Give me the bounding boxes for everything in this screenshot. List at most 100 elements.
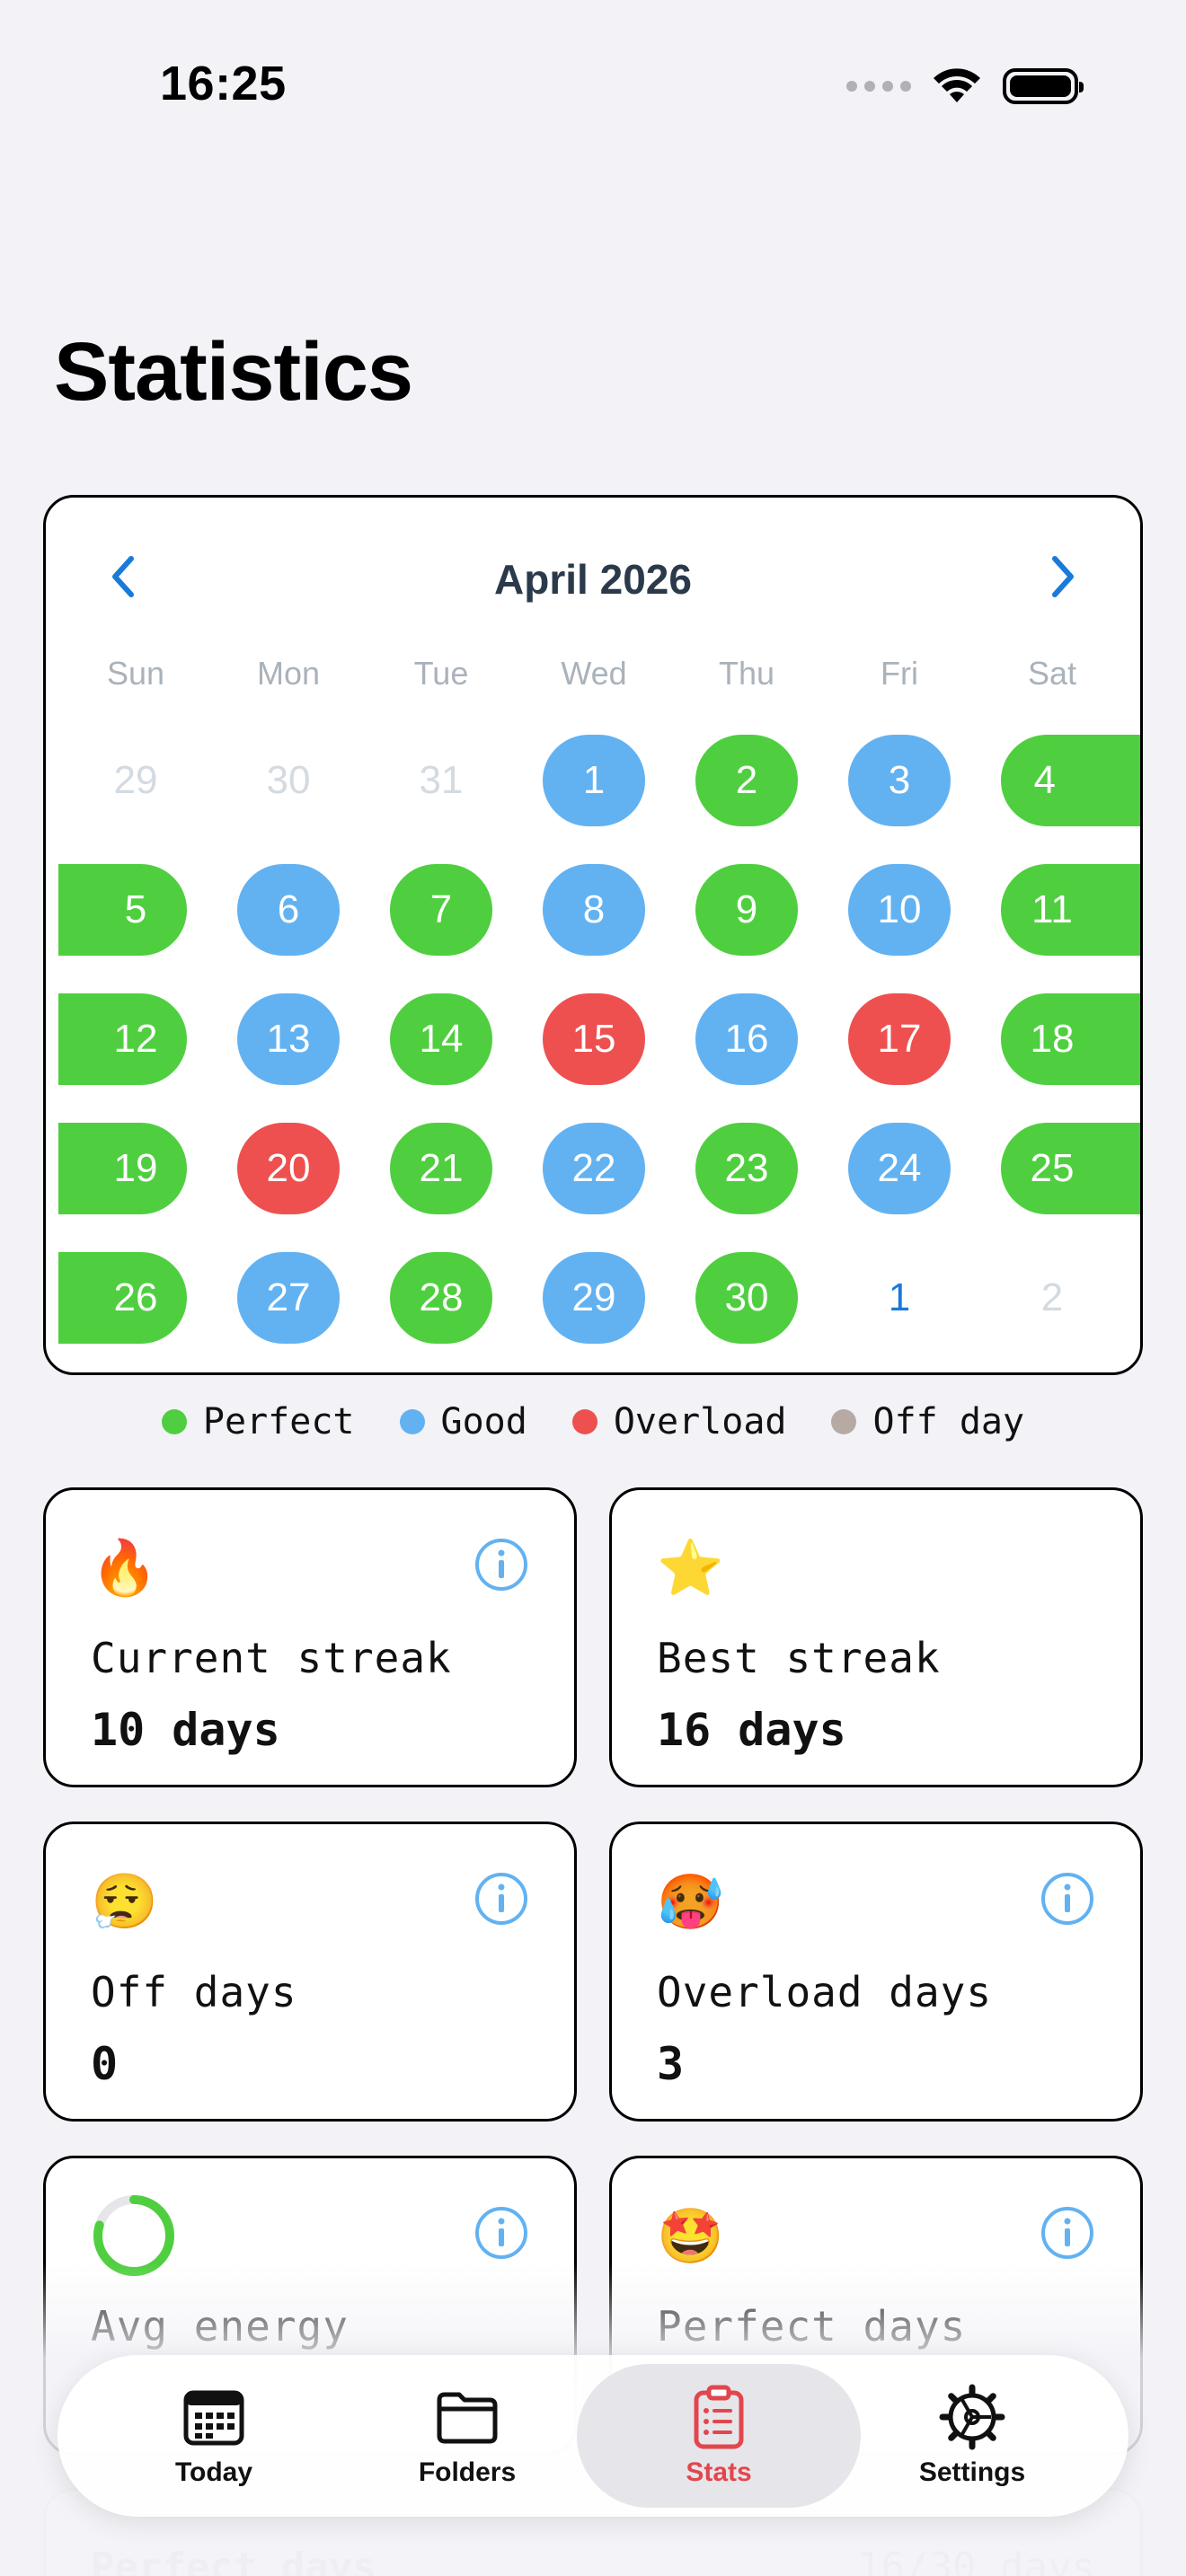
weekday-label: Thu [718, 655, 775, 692]
calendar-day[interactable]: 16 [695, 993, 798, 1085]
weekday-label: Wed [561, 655, 627, 692]
energy-ring-icon [93, 2195, 174, 2276]
calendar-day[interactable]: 11 [1001, 864, 1140, 956]
status-time: 16:25 [160, 57, 287, 110]
legend-label: Good [440, 1401, 527, 1442]
calendar-day[interactable]: 24 [848, 1123, 951, 1214]
calendar-day[interactable]: 1 [543, 735, 645, 826]
calendar-day[interactable]: 3 [848, 735, 951, 826]
clipboard-list-icon [694, 2385, 744, 2449]
legend-item: Off day [831, 1401, 1024, 1442]
calendar-day[interactable]: 7 [390, 864, 492, 956]
stat-label: Best streak [657, 1634, 941, 1682]
info-icon[interactable] [1040, 1871, 1095, 1927]
calendar-day[interactable]: 1 [848, 1252, 951, 1344]
calendar-day: 31 [419, 758, 464, 802]
legend-label: Off day [872, 1401, 1025, 1442]
stat-label: Current streak [91, 1634, 452, 1682]
info-icon[interactable] [474, 2205, 529, 2261]
gear-icon [939, 2384, 1005, 2450]
calendar-day[interactable]: 20 [237, 1123, 340, 1214]
calendar-day[interactable]: 13 [237, 993, 340, 1085]
tab-stats[interactable]: Stats [577, 2364, 861, 2508]
stat-value: 0 [91, 2038, 119, 2090]
calendar-day[interactable]: 18 [1001, 993, 1140, 1085]
stat-label: Off days [91, 1968, 297, 2016]
tab-label: Today [174, 2457, 253, 2487]
calendar-day[interactable]: 30 [695, 1252, 798, 1344]
current-streak-card: 🔥 Current streak 10 days [43, 1487, 577, 1787]
weekday-label: Sun [106, 655, 165, 692]
calendar-legend: Perfect Good Overload Off day [0, 1401, 1186, 1442]
calendar-day: 30 [266, 758, 311, 802]
hot-face-icon: 🥵 [657, 1872, 724, 1932]
calendar-day[interactable]: 14 [390, 993, 492, 1085]
stats-screen: 16:25 Statistics April 2026 Sun Mon Tue … [0, 0, 1186, 2576]
calendar-day[interactable]: 15 [543, 993, 645, 1085]
calendar-day[interactable]: 28 [390, 1252, 492, 1344]
calendar-day[interactable]: 21 [390, 1123, 492, 1214]
calendar-day[interactable]: 25 [1001, 1123, 1140, 1214]
wifi-icon [934, 68, 980, 102]
calendar-day[interactable]: 4 [1001, 735, 1140, 826]
stat-value: 3 [657, 2038, 685, 2090]
legend-dot-icon [831, 1409, 857, 1434]
page-title: Statistics [54, 326, 413, 418]
fire-icon: 🔥 [91, 1538, 158, 1598]
calendar-card: April 2026 Sun Mon Tue Wed Thu Fri Sat 29 30 31 1… [43, 495, 1143, 1375]
legend-dot-icon [399, 1409, 425, 1434]
weekday-label: Fri [881, 655, 918, 692]
calendar-day[interactable]: 27 [237, 1252, 340, 1344]
tab-bar: Today Folders Stats Settings [58, 2355, 1128, 2517]
battery-icon [1003, 68, 1084, 104]
calendar-day[interactable]: 8 [543, 864, 645, 956]
info-icon[interactable] [474, 1871, 529, 1927]
calendar-day[interactable]: 26 [58, 1252, 187, 1344]
stat-label: Avg energy [91, 2302, 349, 2351]
summary-label: Perfect days [91, 2545, 376, 2576]
calendar-day[interactable]: 10 [848, 864, 951, 956]
tab-settings[interactable]: Settings [837, 2364, 1107, 2508]
calendar-icon [183, 2390, 244, 2446]
best-streak-card: ⭐ Best streak 16 days [609, 1487, 1143, 1787]
folder-icon [437, 2392, 498, 2444]
calendar-day: 2 [1040, 1275, 1064, 1319]
legend-label: Overload [613, 1401, 787, 1442]
calendar-day[interactable]: 17 [848, 993, 951, 1085]
star-icon: ⭐ [657, 1538, 724, 1598]
legend-item: Overload [571, 1401, 787, 1442]
calendar-month-title: April 2026 [494, 556, 692, 603]
calendar-day[interactable]: 29 [543, 1252, 645, 1344]
overload-days-card: 🥵 Overload days 3 [609, 1822, 1143, 2122]
calendar-day[interactable]: 6 [237, 864, 340, 956]
stat-value: 10 days [91, 1704, 280, 1756]
calendar-day[interactable]: 12 [58, 993, 187, 1085]
info-icon[interactable] [1040, 2205, 1095, 2261]
chevron-right-icon [1052, 556, 1074, 597]
tab-label: Stats [686, 2457, 752, 2487]
legend-dot-icon [571, 1409, 597, 1434]
calendar-day[interactable]: 2 [695, 735, 798, 826]
calendar-day[interactable]: 22 [543, 1123, 645, 1214]
stat-value: 16 days [657, 1704, 846, 1756]
status-icons [846, 66, 1084, 106]
legend-item: Good [399, 1401, 527, 1442]
weekday-label: Mon [256, 655, 321, 692]
tab-label: Folders [418, 2457, 517, 2487]
info-icon[interactable] [474, 1537, 529, 1592]
legend-label: Perfect [202, 1401, 355, 1442]
calendar-day[interactable]: 9 [695, 864, 798, 956]
weekday-label: Sat [1027, 655, 1077, 692]
calendar-day: 29 [113, 758, 158, 802]
calendar-day[interactable]: 23 [695, 1123, 798, 1214]
calendar-day[interactable]: 19 [58, 1123, 187, 1214]
summary-value: 16/30 days [857, 2545, 1095, 2576]
calendar-header: April 2026 [46, 543, 1140, 614]
tab-label: Settings [918, 2457, 1026, 2487]
next-month-button[interactable] [1036, 550, 1090, 604]
calendar-day[interactable]: 5 [58, 864, 187, 956]
stat-label: Overload days [657, 1968, 993, 2016]
tab-folders[interactable]: Folders [332, 2364, 602, 2508]
tab-today[interactable]: Today [79, 2364, 349, 2508]
legend-item: Perfect [161, 1401, 355, 1442]
